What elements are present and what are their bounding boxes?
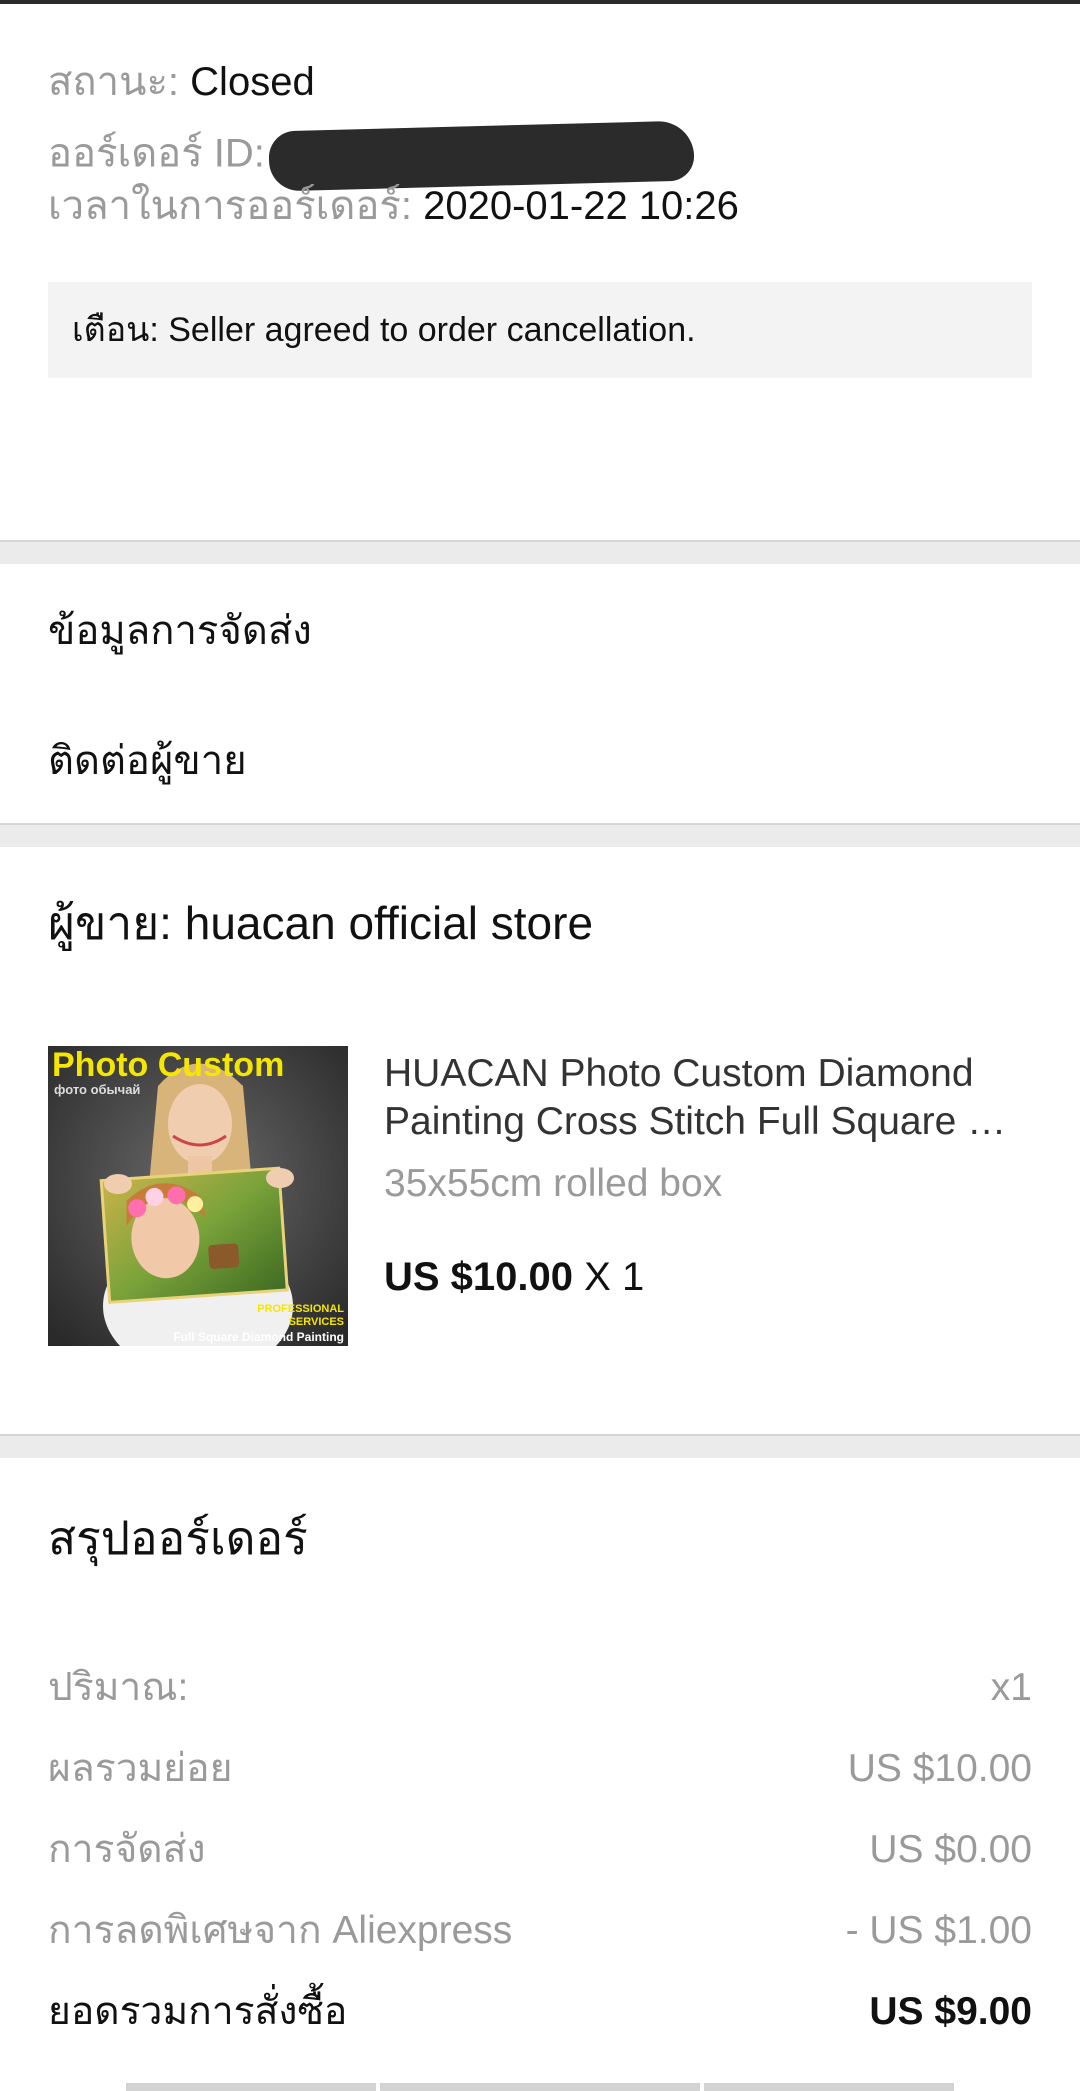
summary-row-subtotal: ผลรวมย่อย US $10.00 (48, 1744, 1032, 1794)
image-footer-text: Full Square Diamond Painting (173, 1330, 344, 1344)
summary-row-total: ยอดรวมการสั่งซื้อ US $9.00 (48, 1987, 1032, 2037)
summary-row-quantity: ปริมาณ: x1 (48, 1663, 1032, 1713)
seller-name[interactable]: ผู้ขาย: huacan official store (48, 895, 593, 951)
summary-row-shipping: การจัดส่ง US $0.00 (48, 1825, 1032, 1875)
order-id-label: ออร์เดอร์ ID: (48, 131, 265, 176)
product-image: Photo Custom фото обычай PROFESSIONAL SE… (48, 1046, 348, 1346)
order-status-label: สถานะ: (48, 60, 180, 104)
product-thumbnail[interactable]: Photo Custom фото обычай PROFESSIONAL SE… (48, 1046, 348, 1346)
summary-value: US $10.00 (847, 1747, 1032, 1790)
summary-total-value: US $9.00 (869, 1990, 1032, 2033)
summary-total-label: ยอดรวมการสั่งซื้อ (48, 1990, 348, 2033)
product-name-line2: Painting Cross Stitch Full Square … (384, 1100, 1007, 1143)
summary-label: การจัดส่ง (48, 1828, 206, 1871)
product-price-row: US $10.00 X 1 (384, 1252, 644, 1302)
section-divider (0, 823, 1080, 847)
summary-label: ปริมาณ: (48, 1666, 189, 1709)
product-variant: 35x55cm rolled box (384, 1162, 723, 1205)
summary-value: x1 (990, 1666, 1032, 1709)
bottom-action-bar-segment[interactable] (380, 2083, 700, 2091)
product-name[interactable]: HUACAN Photo Custom Diamond Painting Cro… (384, 1050, 1034, 1146)
order-status-row: สถานะ: Closed (48, 58, 315, 106)
order-id-redaction (268, 120, 695, 192)
summary-value: - US $1.00 (845, 1909, 1032, 1952)
image-subtitle-text: фото обычай (54, 1082, 140, 1097)
image-badge-text-2: SERVICES (289, 1316, 344, 1328)
product-quantity: X 1 (573, 1255, 645, 1299)
section-divider (0, 540, 1080, 564)
contact-seller-link[interactable]: ติดต่อผู้ขาย (48, 736, 247, 786)
order-summary-title: สรุปออร์เดอร์ (48, 1512, 308, 1564)
image-title-text: Photo Custom (52, 1046, 284, 1084)
product-name-line1: HUACAN Photo Custom Diamond (384, 1052, 974, 1095)
summary-label: ผลรวมย่อย (48, 1747, 233, 1790)
order-status-value: Closed (190, 60, 315, 104)
order-time-row: เวลาในการออร์เดอร์: 2020-01-22 10:26 (48, 182, 739, 230)
cancellation-notice: เตือน: Seller agreed to order cancellati… (48, 282, 1032, 378)
shipping-info-link[interactable]: ข้อมูลการจัดส่ง (48, 606, 312, 656)
summary-value: US $0.00 (869, 1828, 1032, 1871)
product-price: US $10.00 (384, 1255, 574, 1299)
order-id-row: ออร์เดอร์ ID: (48, 120, 695, 192)
order-time-label: เวลาในการออร์เดอร์: (48, 184, 412, 228)
order-time-value: 2020-01-22 10:26 (423, 184, 739, 228)
bottom-action-bar-segment[interactable] (704, 2083, 954, 2091)
summary-label: การลดพิเศษจาก Aliexpress (48, 1909, 513, 1952)
bottom-action-bar-segment[interactable] (126, 2083, 376, 2091)
summary-row-discount: การลดพิเศษจาก Aliexpress - US $1.00 (48, 1906, 1032, 1956)
image-badge-text-1: PROFESSIONAL (257, 1303, 344, 1315)
section-divider (0, 1434, 1080, 1458)
